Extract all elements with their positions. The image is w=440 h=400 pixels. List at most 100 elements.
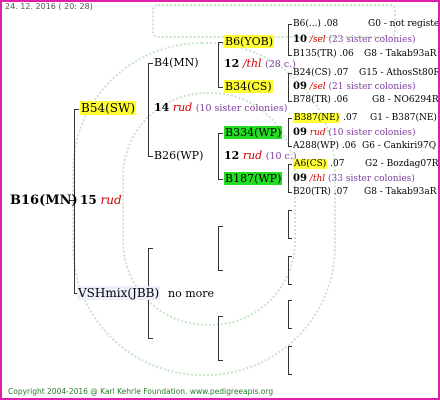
gen4-breeder: /thl bbox=[309, 174, 326, 184]
grandmother-mf[interactable]: B26(WP) bbox=[154, 150, 203, 161]
gen4-year: 09 bbox=[293, 127, 307, 138]
mmf-name: B34(CS) bbox=[224, 80, 273, 93]
connector bbox=[288, 210, 289, 238]
gen4-breeder: /sel bbox=[309, 82, 326, 92]
gen4-row[interactable]: B24(CS) .07 bbox=[293, 69, 348, 78]
mfm-name: B334(WP) bbox=[224, 126, 283, 139]
connector bbox=[288, 346, 292, 347]
ggm-mmf[interactable]: B34(CS) bbox=[224, 80, 273, 93]
father-name: VSHmix(JBB) bbox=[77, 286, 161, 300]
subject-info: 15 rud bbox=[80, 194, 122, 206]
ggm-mmm[interactable]: B6(YOB) bbox=[224, 35, 275, 48]
connector bbox=[74, 109, 79, 110]
mmm-year: 12 bbox=[224, 57, 240, 70]
pedigree-frame: 24. 12. 2016 ( 20: 28) B16(MN) 15 rud B5… bbox=[0, 0, 440, 400]
connector bbox=[288, 238, 292, 239]
mmm-breeder: /thl bbox=[242, 57, 262, 70]
gen4-code: G1 - B387(NE) bbox=[370, 113, 437, 123]
mf-breeder: rud bbox=[242, 149, 263, 162]
gen4-sisters: (23 sister colonies) bbox=[328, 35, 416, 45]
connector bbox=[218, 270, 223, 271]
gen4-year: 09 bbox=[293, 81, 307, 92]
gen4-row[interactable]: B20(TR) .07 bbox=[293, 188, 348, 197]
gen4-sisters: (21 sister colonies) bbox=[328, 82, 416, 92]
connector bbox=[218, 42, 223, 43]
mm-name: B4(MN) bbox=[154, 56, 199, 69]
ggm-mff[interactable]: B187(WP) bbox=[224, 172, 283, 185]
connector bbox=[288, 164, 292, 165]
connector bbox=[288, 374, 292, 375]
gen4-value: .07 bbox=[333, 187, 349, 197]
subject-breeder: rud bbox=[100, 193, 122, 207]
connector bbox=[148, 156, 153, 157]
gen4-code: G8 - Takab93aR bbox=[364, 187, 437, 197]
gen4-breeder: /sel bbox=[309, 35, 326, 45]
gen4-queen: B387(NE) bbox=[293, 113, 341, 123]
connector bbox=[288, 256, 292, 257]
gen4-row: 10 /sel (23 sister colonies) bbox=[293, 35, 415, 45]
mother-queen[interactable]: B54(SW) bbox=[80, 101, 137, 115]
gen4-value: .07 bbox=[334, 68, 349, 78]
gen4-year: 09 bbox=[293, 173, 307, 184]
mmm-info: 12 /thl (28 c.) bbox=[224, 58, 296, 70]
gen4-queen: B24(CS) bbox=[293, 68, 332, 78]
gen4-queen: A6(CS) bbox=[293, 159, 328, 169]
connector bbox=[218, 360, 223, 361]
gen4-row[interactable]: B135(TR) .06 bbox=[293, 50, 354, 59]
gen4-queen: B78(TR) bbox=[293, 95, 331, 105]
connector bbox=[218, 226, 223, 227]
connector bbox=[288, 346, 289, 374]
connector bbox=[218, 42, 219, 87]
connector bbox=[288, 164, 289, 192]
gen4-row[interactable]: B78(TR) .06 bbox=[293, 96, 348, 105]
gen4-row: 09 rud (10 sister colonies) bbox=[293, 128, 415, 138]
connector bbox=[288, 210, 292, 211]
gen4-year: 10 bbox=[293, 34, 307, 45]
gen4-code: G8 - Takab93aR bbox=[364, 49, 437, 59]
connector bbox=[288, 192, 292, 193]
mother-breeder: rud bbox=[172, 101, 193, 114]
connector bbox=[288, 73, 292, 74]
connector bbox=[288, 55, 292, 56]
watermark-ring-3 bbox=[152, 4, 396, 38]
subject-queen[interactable]: B16(MN) bbox=[10, 194, 78, 207]
mf-name: B26(WP) bbox=[154, 149, 204, 162]
gen4-row[interactable]: B6(...) .08 bbox=[293, 20, 338, 29]
connector bbox=[148, 248, 153, 249]
connector bbox=[288, 24, 289, 55]
connector bbox=[288, 284, 292, 285]
connector bbox=[288, 73, 289, 101]
mf-year: 12 bbox=[224, 149, 240, 162]
mmm-sisters: (28 c.) bbox=[265, 59, 296, 70]
copyright-footer: Copyright 2004-2016 @ Karl Kehrle Founda… bbox=[8, 387, 274, 396]
gen4-row: 09 /thl (33 sister colonies) bbox=[293, 174, 415, 184]
grandmother-mm[interactable]: B4(MN) bbox=[154, 57, 199, 68]
ggm-mfm[interactable]: B334(WP) bbox=[224, 126, 283, 139]
connector bbox=[218, 133, 223, 134]
connector bbox=[288, 256, 289, 284]
gen4-sisters: (33 sister colonies) bbox=[328, 174, 415, 184]
gen4-row: 09 /sel (21 sister colonies) bbox=[293, 82, 415, 92]
connector bbox=[218, 226, 219, 270]
mother-sisters: (10 sister colonies) bbox=[195, 103, 288, 114]
gen4-row[interactable]: B387(NE) .07 bbox=[293, 113, 357, 123]
connector bbox=[288, 146, 292, 147]
gen4-value: .06 bbox=[339, 49, 354, 59]
father-queen[interactable]: VSHmix(JBB) bbox=[77, 286, 161, 300]
connector bbox=[148, 63, 149, 156]
mmm-name: B6(YOB) bbox=[224, 35, 275, 48]
connector bbox=[288, 300, 289, 328]
subject-year: 15 bbox=[80, 193, 97, 207]
gen4-row[interactable]: A6(CS) .07 bbox=[293, 159, 345, 169]
connector bbox=[288, 118, 289, 146]
gen4-row[interactable]: A288(WP) .06 bbox=[293, 142, 356, 151]
gen4-code: G6 - Cankiri97Q bbox=[362, 141, 437, 151]
gen4-code: G0 - not registe bbox=[368, 19, 440, 29]
connector bbox=[288, 24, 292, 25]
date-stamp: 24. 12. 2016 ( 20: 28) bbox=[5, 2, 93, 11]
connector bbox=[218, 87, 223, 88]
gen4-value: .06 bbox=[341, 141, 357, 151]
subject-name: B16(MN) bbox=[10, 193, 78, 208]
connector bbox=[218, 316, 223, 317]
gen4-value: .06 bbox=[333, 95, 349, 105]
